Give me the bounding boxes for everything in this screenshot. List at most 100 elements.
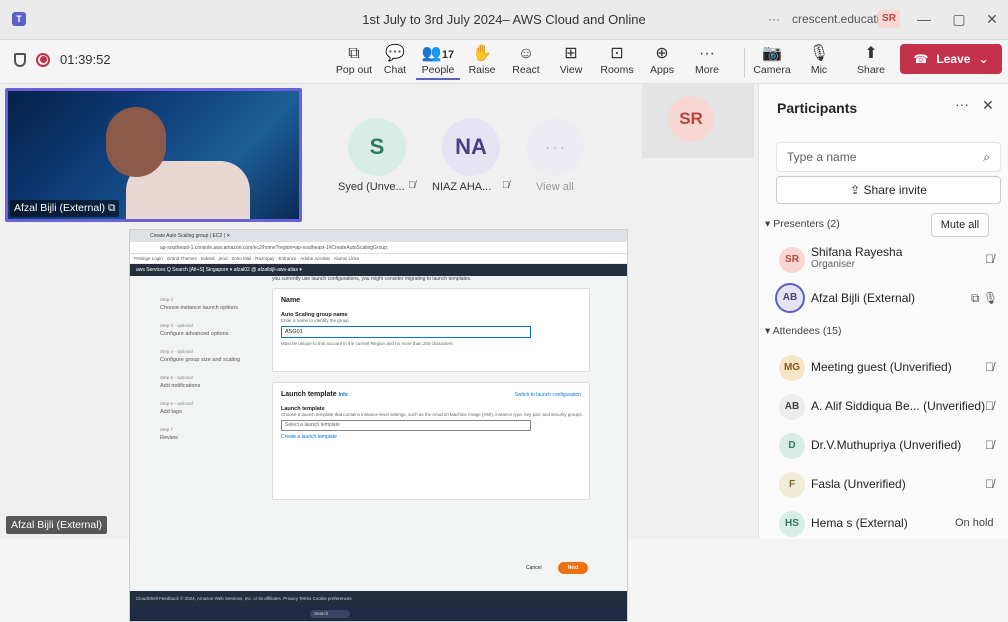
more-button[interactable]: ··· More: [685, 44, 729, 76]
switch-launch-config-link[interactable]: Switch to launch configuration: [515, 392, 581, 398]
wizard-step-label[interactable]: Add notifications: [160, 382, 250, 390]
main-video-tile[interactable]: Afzal Bijli (External) ⧉: [5, 88, 302, 222]
pop-out-button[interactable]: ⧉ Pop out: [332, 44, 376, 76]
participant-row[interactable]: MG Meeting guest (Unverified) 🎙̸: [775, 352, 1007, 384]
leave-button[interactable]: ☎ Leave ⌄: [900, 44, 1002, 74]
shared-screen: Create Auto Scaling group | EC2 | ✕ ap-s…: [129, 229, 628, 622]
participant-row[interactable]: SR Shifana Rayesha Organiser 🎙̸: [775, 244, 1007, 276]
share-invite-label: Share invite: [863, 183, 927, 197]
participant-tile-avatar[interactable]: · · ·: [526, 118, 584, 176]
wizard-step-label[interactable]: Choose instance launch options: [160, 304, 250, 312]
taskbar-search: Search: [310, 610, 350, 618]
wizard-step-label[interactable]: Configure advanced options: [160, 330, 250, 338]
panel-more-icon[interactable]: ···: [955, 96, 969, 112]
wizard-step-number: Step 4 - optional: [160, 349, 193, 354]
mic-off-icon: 🎙̸: [985, 252, 994, 266]
share-invite-button[interactable]: ⇪ Share invite: [776, 176, 1001, 204]
camera-button[interactable]: 📷 Camera: [750, 44, 794, 76]
wizard-step-label[interactable]: Review: [160, 434, 250, 442]
participant-avatar: F: [779, 472, 805, 498]
plus-icon: ⊕: [655, 45, 669, 62]
more-icon[interactable]: ···: [768, 12, 780, 26]
participant-search-input[interactable]: Type a name ⌕: [776, 142, 1001, 172]
grid-icon: ⊞: [564, 45, 578, 62]
lt-title-text: Launch template: [281, 391, 337, 398]
participant-row[interactable]: HS Hema s (External) On hold: [775, 508, 1007, 540]
minimize-button[interactable]: —: [912, 8, 936, 30]
people-button[interactable]: 👥17 People: [416, 44, 460, 80]
participant-tile-avatar[interactable]: NA: [442, 118, 500, 176]
sr-avatar: SR: [668, 96, 714, 142]
raise-button[interactable]: ✋ Raise: [460, 44, 504, 76]
rooms-button[interactable]: ⊡ Rooms: [595, 44, 639, 76]
presenters-header[interactable]: ▾ Presenters (2): [765, 218, 840, 230]
participant-name: A. Alif Siddiqua Be... (Unverified): [811, 399, 986, 413]
wizard-step-label[interactable]: Add tags: [160, 408, 250, 416]
participant-name: Fasla (Unverified): [811, 477, 906, 491]
share-button[interactable]: ⬆ Share: [849, 44, 893, 76]
lt-select[interactable]: Select a launch template: [281, 420, 531, 431]
apps-label: Apps: [650, 64, 674, 76]
mic-button[interactable]: 🎙 Mic: [797, 44, 841, 76]
wizard-step-label[interactable]: Configure group size and scaling: [160, 356, 250, 364]
participant-row[interactable]: AB Afzal Bijli (External) ⧉ 🎙: [775, 283, 1007, 315]
participant-tile-avatar[interactable]: S: [348, 118, 406, 176]
aws-wizard: Step 2 Choose instance launch options Step…: [130, 276, 627, 592]
toolbar-divider: [744, 48, 745, 78]
leave-label: Leave: [936, 52, 971, 66]
asg-name-hint: Enter a name to identify the group.: [281, 318, 351, 323]
maximize-button[interactable]: ▢: [947, 8, 971, 30]
participant-avatar: HS: [779, 511, 805, 537]
react-button[interactable]: ☺ React: [504, 44, 548, 76]
meeting-stage: Afzal Bijli (External) ⧉ S Syed (Unve... 🎙…: [0, 84, 758, 622]
apps-button[interactable]: ⊕ Apps: [640, 44, 684, 76]
participant-row[interactable]: F Fasla (Unverified) 🎙̸: [775, 469, 1007, 501]
chat-icon: 💬: [385, 45, 405, 62]
attendees-header[interactable]: ▾ Attendees (15): [765, 325, 842, 337]
view-label: View: [559, 64, 583, 76]
record-icon: [36, 52, 50, 67]
meeting-timer: 01:39:52: [60, 52, 111, 67]
participant-row[interactable]: D Dr.V.Muthupriya (Unverified) 🎙̸: [775, 430, 1007, 462]
browser-tab: Create Auto Scaling group | EC2 | ✕: [130, 230, 627, 242]
close-window-button[interactable]: ✕: [980, 8, 1004, 30]
lt-info-link[interactable]: Info: [339, 392, 348, 398]
aws-next-button[interactable]: Next: [558, 562, 588, 574]
participant-name: Hema s (External): [811, 516, 908, 530]
windows-taskbar: Search: [130, 607, 627, 621]
video-person-head: [106, 107, 166, 177]
mic-off-icon: 🎙̸: [408, 180, 416, 191]
search-icon: ⌕: [983, 150, 990, 164]
attendees-header-text: Attendees (15): [772, 325, 842, 337]
mic-on-icon: ⧉ 🎙: [971, 291, 999, 305]
create-lt-link[interactable]: Create a launch template: [281, 434, 589, 440]
asg-name-input[interactable]: ASG01: [281, 326, 531, 338]
phone-icon: ☎: [913, 52, 929, 66]
title-bar: T 1st July to 3rd July 2024– AWS Cloud a…: [0, 0, 1008, 40]
chevron-down-icon: ⌄: [978, 52, 989, 66]
view-button[interactable]: ⊞ View: [549, 44, 593, 76]
chat-button[interactable]: 💬 Chat: [373, 44, 417, 76]
react-label: React: [512, 64, 540, 76]
people-count: 17: [441, 49, 455, 61]
aws-nav-bar: aws Services Q Search [Alt+S] Singapore …: [130, 264, 627, 276]
shield-icon: [14, 52, 26, 67]
sr-video-tile[interactable]: SR: [642, 84, 754, 158]
screen-share-icon: ⧉: [107, 202, 116, 214]
mute-all-button[interactable]: Mute all: [931, 213, 989, 237]
more-label: More: [695, 64, 719, 76]
browser-bookmarks: Prestige Login · Grand Themes · Indeed ·…: [130, 254, 627, 264]
meeting-toolbar: 01:39:52 ⧉ Pop out 💬 Chat 👥17 People ✋ R…: [0, 40, 1008, 84]
participant-tile-label: View all: [536, 181, 574, 193]
participant-row[interactable]: AB A. Alif Siddiqua Be... (Unverified) 🎙̸: [775, 391, 1007, 423]
panel-close-icon[interactable]: ✕: [982, 97, 994, 114]
participant-name: Shifana Rayesha: [811, 245, 903, 259]
shared-screen-owner-name: Afzal Bijli (External): [6, 516, 108, 534]
mic-off-icon: 🎙̸: [985, 438, 994, 452]
account-avatar[interactable]: SR: [878, 10, 900, 28]
panel-title: Participants: [777, 100, 858, 116]
participant-avatar: SR: [779, 247, 805, 273]
aws-cancel-button[interactable]: Cancel: [526, 562, 542, 574]
raise-label: Raise: [468, 64, 496, 76]
smiley-icon: ☺: [517, 45, 535, 62]
